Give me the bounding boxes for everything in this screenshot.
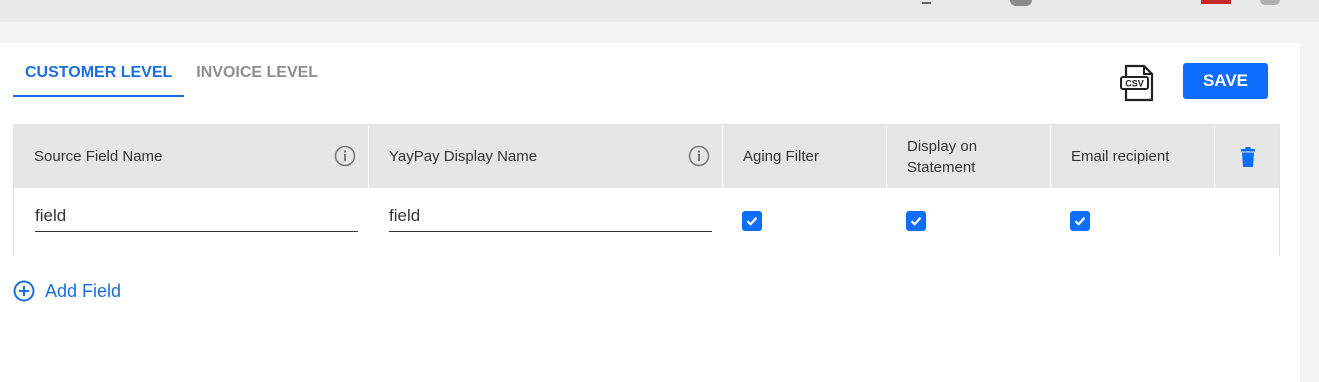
add-field-label: Add Field <box>45 280 122 301</box>
col-email-recipient-label: Email recipient <box>1071 148 1170 165</box>
help-icon[interactable] <box>1260 0 1280 5</box>
save-button[interactable]: SAVE <box>1183 63 1268 99</box>
flag-icon[interactable] <box>1201 0 1231 4</box>
col-display-on-statement: Display on Statement <box>887 125 1051 188</box>
col-display-name: YayPay Display Name <box>369 125 723 188</box>
fields-table: Source Field Name YayPay Display Name Ag… <box>13 124 1280 256</box>
table-header: Source Field Name YayPay Display Name Ag… <box>14 125 1279 188</box>
trash-icon[interactable] <box>1240 146 1256 167</box>
col-display-on-statement-label: Display on Statement <box>907 137 978 176</box>
checkmark-icon <box>910 217 922 226</box>
checkmark-icon <box>746 217 758 226</box>
top-bar <box>0 0 1319 22</box>
csv-file-icon: CSV <box>1120 64 1154 102</box>
svg-text:CSV: CSV <box>1125 79 1144 89</box>
col-source-field-name-label: Source Field Name <box>34 148 163 165</box>
aging-filter-checkbox[interactable] <box>742 211 762 231</box>
info-icon[interactable] <box>688 145 710 167</box>
email-recipient-checkbox[interactable] <box>1070 211 1090 231</box>
display-name-input[interactable] <box>389 201 712 232</box>
table-row <box>14 188 1279 256</box>
add-circle-icon <box>13 280 35 302</box>
document-icon[interactable] <box>922 0 931 4</box>
info-icon[interactable] <box>334 145 356 167</box>
col-email-recipient: Email recipient <box>1051 125 1215 188</box>
checkmark-icon <box>1074 217 1086 226</box>
col-aging-filter: Aging Filter <box>723 125 887 188</box>
col-display-name-label: YayPay Display Name <box>389 148 538 165</box>
col-source-field-name: Source Field Name <box>14 125 369 188</box>
csv-export-button[interactable]: CSV <box>1118 63 1158 103</box>
user-avatar-icon[interactable] <box>1010 0 1032 6</box>
tab-customer-level[interactable]: CUSTOMER LEVEL <box>13 55 185 97</box>
col-delete <box>1215 125 1281 188</box>
tab-invoice-level[interactable]: INVOICE LEVEL <box>184 55 330 97</box>
source-field-name-input[interactable] <box>35 201 358 232</box>
add-field-button[interactable]: Add Field <box>13 279 121 303</box>
col-aging-filter-label: Aging Filter <box>743 148 819 165</box>
level-tabs: CUSTOMER LEVEL INVOICE LEVEL <box>13 55 330 97</box>
fields-panel: CUSTOMER LEVEL INVOICE LEVEL CSV SAVE So… <box>0 43 1300 382</box>
display-on-statement-checkbox[interactable] <box>906 211 926 231</box>
